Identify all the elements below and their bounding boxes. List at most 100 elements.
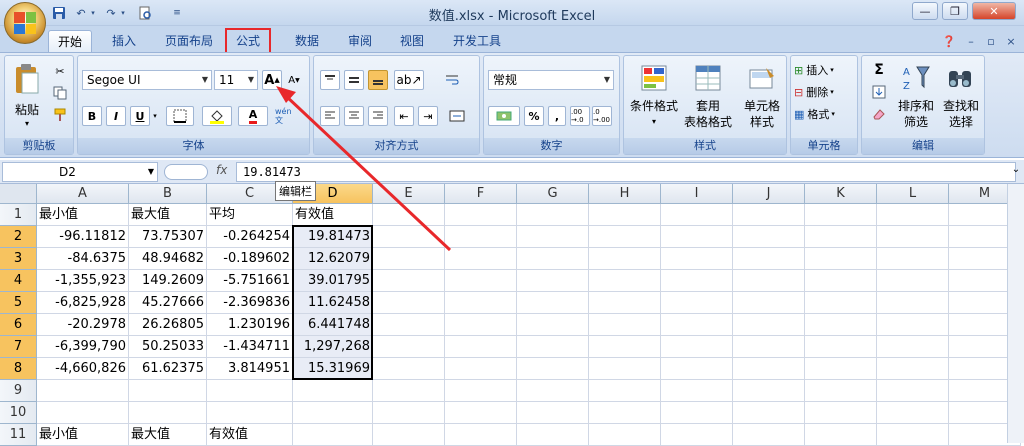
cell-i7[interactable] [661, 336, 733, 358]
cell-i3[interactable] [661, 248, 733, 270]
phonetic-guide-icon[interactable]: wén 文 [274, 104, 300, 128]
align-right-icon[interactable] [368, 106, 388, 126]
font-name-combo[interactable]: Segoe UI ▼ [82, 70, 212, 90]
cell-j2[interactable] [733, 226, 805, 248]
insert-cells-button[interactable]: ⊞ 插入 ▾ [793, 60, 857, 80]
cell-d3[interactable]: 12.62079 [293, 248, 373, 270]
cell-a8[interactable]: -4,660,826 [37, 358, 129, 380]
cell-j4[interactable] [733, 270, 805, 292]
bottom-align-icon[interactable] [368, 70, 388, 90]
cell-i9[interactable] [661, 380, 733, 402]
cell-i10[interactable] [661, 402, 733, 424]
cell-g6[interactable] [517, 314, 589, 336]
cell-f10[interactable] [445, 402, 517, 424]
cell-j10[interactable] [733, 402, 805, 424]
cell-g5[interactable] [517, 292, 589, 314]
cell-l8[interactable] [877, 358, 949, 380]
cell-e10[interactable] [373, 402, 445, 424]
cell-g7[interactable] [517, 336, 589, 358]
cell-l2[interactable] [877, 226, 949, 248]
number-format-dropdown-icon[interactable]: ▼ [601, 71, 613, 89]
cell-c6[interactable]: 1.230196 [207, 314, 293, 336]
cell-a4[interactable]: -1,355,923 [37, 270, 129, 292]
copy-icon[interactable] [51, 84, 69, 102]
cell-g10[interactable] [517, 402, 589, 424]
cell-g8[interactable] [517, 358, 589, 380]
cell-c10[interactable] [207, 402, 293, 424]
cell-g9[interactable] [517, 380, 589, 402]
cell-d8[interactable]: 15.31969 [293, 358, 373, 380]
cell-f3[interactable] [445, 248, 517, 270]
comma-style-button[interactable]: , [548, 106, 566, 126]
cell-b9[interactable] [129, 380, 207, 402]
cell-f8[interactable] [445, 358, 517, 380]
cell-k9[interactable] [805, 380, 877, 402]
cell-l9[interactable] [877, 380, 949, 402]
shrink-font-button[interactable]: A ▼ [284, 70, 304, 90]
cell-a2[interactable]: -96.11812 [37, 226, 129, 248]
close-button[interactable]: ✕ [972, 2, 1016, 20]
bold-button[interactable]: B [82, 106, 102, 126]
cell-b2[interactable]: 73.75307 [129, 226, 207, 248]
format-as-table-icon[interactable] [692, 60, 724, 96]
cell-h4[interactable] [589, 270, 661, 292]
cell-i5[interactable] [661, 292, 733, 314]
cell-a9[interactable] [37, 380, 129, 402]
cell-k10[interactable] [805, 402, 877, 424]
find-select-icon[interactable] [942, 60, 978, 96]
cell-d5[interactable]: 11.62458 [293, 292, 373, 314]
cell-a5[interactable]: -6,825,928 [37, 292, 129, 314]
ribbon-close-icon[interactable]: × [1002, 32, 1020, 50]
fill-icon[interactable] [866, 82, 892, 102]
cell-a10[interactable] [37, 402, 129, 424]
column-header-i[interactable]: I [661, 184, 733, 204]
cell-b8[interactable]: 61.62375 [129, 358, 207, 380]
column-header-b[interactable]: B [129, 184, 207, 204]
decrease-decimal-button[interactable]: .0 →.00 [592, 106, 612, 126]
formula-input[interactable]: 19.81473 [236, 162, 1016, 182]
cell-k7[interactable] [805, 336, 877, 358]
delete-cells-button[interactable]: ⊟ 删除 ▾ [793, 82, 857, 102]
row-header-10[interactable]: 10 [0, 402, 37, 424]
cell-c7[interactable]: -1.434711 [207, 336, 293, 358]
font-name-dropdown-icon[interactable]: ▼ [199, 71, 211, 89]
borders-icon[interactable] [166, 106, 194, 126]
sort-filter-icon[interactable]: AZ [898, 60, 934, 96]
row-header-4[interactable]: 4 [0, 270, 37, 292]
cell-e5[interactable] [373, 292, 445, 314]
decrease-indent-icon[interactable]: ⇤ [394, 106, 414, 126]
cell-l4[interactable] [877, 270, 949, 292]
increase-indent-icon[interactable]: ⇥ [418, 106, 438, 126]
underline-dropdown-icon[interactable]: ▾ [150, 106, 160, 126]
cell-l1[interactable] [877, 204, 949, 226]
cell-h10[interactable] [589, 402, 661, 424]
row-header-9[interactable]: 9 [0, 380, 37, 402]
align-center-icon[interactable] [344, 106, 364, 126]
row-header-8[interactable]: 8 [0, 358, 37, 380]
cell-styles-icon[interactable] [746, 60, 778, 96]
cell-g1[interactable] [517, 204, 589, 226]
row-header-3[interactable]: 3 [0, 248, 37, 270]
paste-dropdown-icon[interactable]: ▾ [9, 116, 45, 132]
minimize-button[interactable]: — [912, 2, 938, 20]
cell-j1[interactable] [733, 204, 805, 226]
cell-f9[interactable] [445, 380, 517, 402]
cell-a1[interactable]: 最小值 [37, 204, 129, 226]
cell-e1[interactable] [373, 204, 445, 226]
select-all-corner[interactable] [0, 184, 37, 204]
column-header-f[interactable]: F [445, 184, 517, 204]
tab-insert[interactable]: 插入 [103, 30, 145, 53]
tab-view[interactable]: 视图 [391, 30, 433, 53]
tab-page-layout[interactable]: 页面布局 [156, 30, 222, 53]
autosum-button[interactable]: Σ [866, 60, 892, 80]
ribbon-restore-icon[interactable]: ▫ [982, 32, 1000, 50]
column-header-e[interactable]: E [373, 184, 445, 204]
cell-f7[interactable] [445, 336, 517, 358]
cell-b7[interactable]: 50.25033 [129, 336, 207, 358]
cell-l7[interactable] [877, 336, 949, 358]
cell-b1[interactable]: 最大值 [129, 204, 207, 226]
format-as-table-label-2[interactable]: 表格格式 [678, 114, 738, 130]
tab-developer[interactable]: 开发工具 [444, 30, 510, 53]
cell-h7[interactable] [589, 336, 661, 358]
cell-c8[interactable]: 3.814951 [207, 358, 293, 380]
